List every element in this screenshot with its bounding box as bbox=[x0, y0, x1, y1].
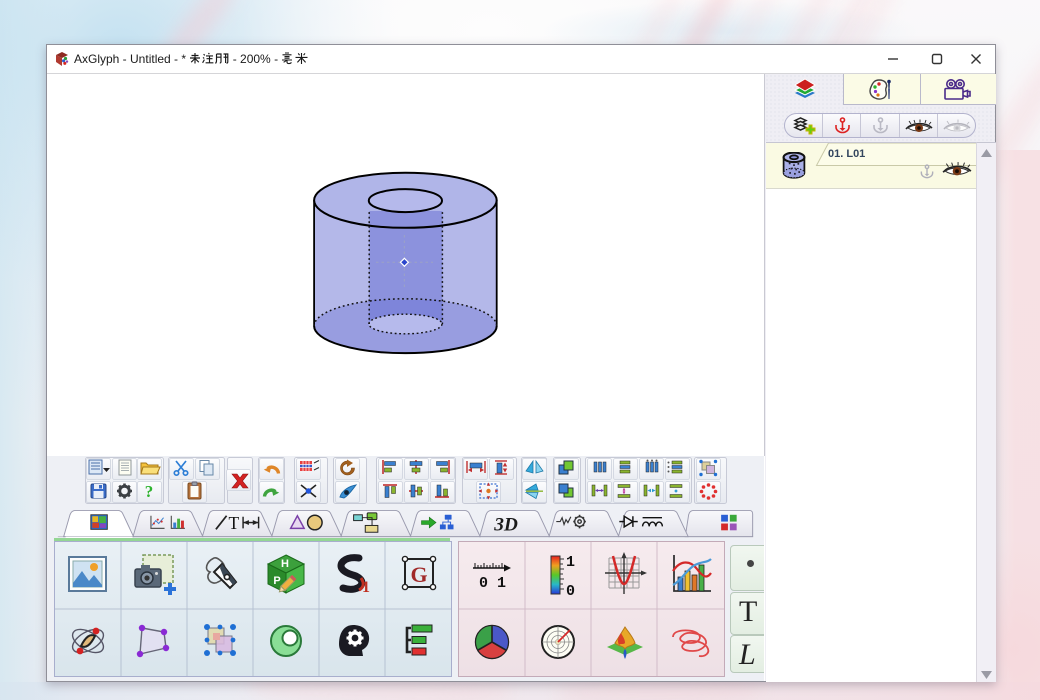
svg-text:1: 1 bbox=[566, 554, 575, 571]
svg-text:1: 1 bbox=[362, 579, 370, 596]
svg-text:0 1: 0 1 bbox=[479, 575, 506, 592]
svg-text:?: ? bbox=[145, 482, 154, 501]
svg-text:P: P bbox=[273, 575, 280, 587]
svg-text:G: G bbox=[410, 562, 427, 587]
svg-text:H: H bbox=[281, 558, 289, 570]
svg-text:T: T bbox=[229, 513, 240, 533]
svg-text:0: 0 bbox=[566, 583, 575, 600]
svg-text:3D: 3D bbox=[493, 514, 518, 535]
